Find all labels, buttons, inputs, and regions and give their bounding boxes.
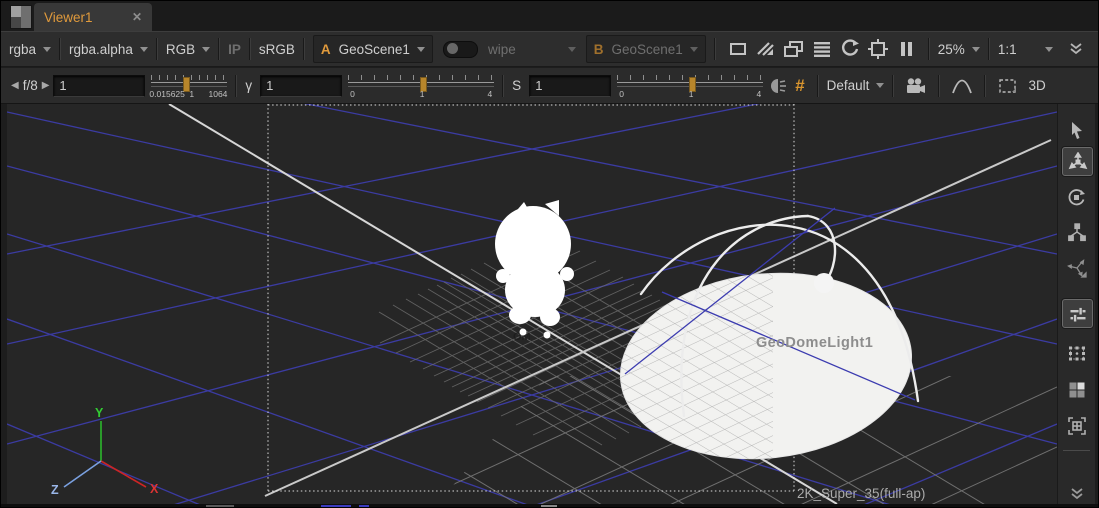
tab-title: Viewer1 xyxy=(44,10,93,25)
divider xyxy=(249,38,251,60)
input-b-value: GeoScene1 xyxy=(611,42,682,57)
chevron-down-icon xyxy=(417,47,425,52)
translate-tool-button[interactable] xyxy=(1062,147,1093,176)
divider xyxy=(988,38,990,60)
adjust-sliders-button[interactable] xyxy=(1062,299,1093,328)
collapse-sidebar-chevron-icon[interactable] xyxy=(1062,480,1091,507)
headlamp-icon[interactable] xyxy=(763,73,791,99)
frame-all-button[interactable] xyxy=(1062,412,1091,439)
curve-icon[interactable] xyxy=(948,73,976,99)
chevron-down-icon[interactable] xyxy=(43,47,51,52)
tab-viewer1[interactable]: Viewer1 ✕ xyxy=(34,3,152,31)
quad-view-button[interactable] xyxy=(1062,376,1091,403)
close-icon[interactable]: ✕ xyxy=(132,10,142,24)
input-b-letter: B xyxy=(594,42,604,57)
lut-mode-select[interactable]: Default xyxy=(827,78,870,93)
float-window-icon[interactable] xyxy=(780,36,808,62)
axis-handles-tool-button[interactable] xyxy=(1062,254,1091,281)
grid-hash-icon[interactable]: # xyxy=(795,76,804,96)
viewer-sidebar xyxy=(1057,104,1095,504)
channel-display-select[interactable]: RGB xyxy=(166,42,195,57)
marquee-select-icon[interactable] xyxy=(994,73,1022,99)
divider xyxy=(235,75,237,97)
aperture-label: f/8 xyxy=(23,78,38,93)
pane-menu-icon[interactable] xyxy=(10,5,32,29)
tab-bar: Viewer1 ✕ xyxy=(1,1,1098,32)
roi-icon[interactable] xyxy=(724,36,752,62)
chevron-down-icon[interactable] xyxy=(202,47,210,52)
gain-input[interactable] xyxy=(53,75,145,97)
dome-light[interactable]: GeoDomeLight1 xyxy=(605,208,921,473)
gamma-slider[interactable]: 0 1 4 xyxy=(348,73,494,99)
zoom-level-select[interactable]: 25% xyxy=(938,42,965,57)
expand-toolbar-chevron-icon[interactable] xyxy=(1062,36,1090,62)
wipe-toggle[interactable] xyxy=(443,41,478,58)
gain-slider[interactable]: 0.015625 1 1064 xyxy=(151,73,227,99)
viewer-toolbar: rgba rgba.alpha RGB IP sRGB A GeoScene1 … xyxy=(1,31,1098,67)
divider xyxy=(218,38,220,60)
layer-select[interactable]: rgba xyxy=(9,42,36,57)
saturation-label: S xyxy=(512,78,521,93)
select-tool-button[interactable] xyxy=(1062,116,1091,143)
exposure-toolbar: ◀ f/8 ▶ 0.015625 1 1064 γ 0 1 4 S 0 1 4 xyxy=(1,68,1098,104)
axis-y-label: Y xyxy=(95,406,104,420)
dome-light-handle[interactable] xyxy=(814,273,834,293)
input-a-letter: A xyxy=(321,42,331,57)
view-dimension-select[interactable]: 3D xyxy=(1028,78,1045,93)
chevron-down-icon[interactable] xyxy=(972,47,980,52)
stack-rows-icon[interactable] xyxy=(808,36,836,62)
pause-icon[interactable] xyxy=(892,36,920,62)
viewer-window: Viewer1 ✕ rgba rgba.alpha RGB IP sRGB A … xyxy=(0,0,1099,508)
divider xyxy=(928,38,930,60)
chevron-down-icon[interactable] xyxy=(140,47,148,52)
divider xyxy=(59,38,61,60)
chevron-down-icon[interactable] xyxy=(568,47,576,52)
divider xyxy=(817,75,819,97)
hierarchy-tool-button[interactable] xyxy=(1062,218,1091,245)
format-label: 2K_Super_35(full-ap) xyxy=(797,486,925,501)
proxy-stripes-icon[interactable] xyxy=(752,36,780,62)
prev-stop-icon[interactable]: ◀ xyxy=(7,80,23,91)
camera-icon[interactable] xyxy=(902,73,930,99)
chevron-down-icon xyxy=(690,47,698,52)
input-b-select[interactable]: B GeoScene1 xyxy=(586,35,706,63)
input-a-value: GeoScene1 xyxy=(339,42,410,57)
divider xyxy=(156,38,158,60)
viewport-scene: OM xyxy=(7,104,1057,504)
axis-z-label: Z xyxy=(51,483,59,497)
chevron-down-icon[interactable] xyxy=(1045,47,1053,52)
divider xyxy=(984,75,986,97)
wipe-mode-select[interactable]: wipe xyxy=(488,42,516,57)
divider xyxy=(502,75,504,97)
divider xyxy=(714,38,716,60)
pixel-aspect-select[interactable]: 1:1 xyxy=(998,42,1017,57)
input-process-toggle[interactable]: IP xyxy=(228,42,241,57)
gamma-label: γ xyxy=(245,78,252,93)
alpha-layer-select[interactable]: rgba.alpha xyxy=(69,42,133,57)
rotate-tool-button[interactable] xyxy=(1062,184,1091,211)
gain-target-icon[interactable] xyxy=(864,36,892,62)
refresh-icon[interactable] xyxy=(836,36,864,62)
divider xyxy=(938,75,940,97)
axis-gizmo: Y X Z xyxy=(51,406,159,497)
viewport-3d[interactable]: OM xyxy=(7,104,1057,504)
divider xyxy=(1063,450,1090,451)
next-stop-icon[interactable]: ▶ xyxy=(38,80,54,91)
dome-light-label: GeoDomeLight1 xyxy=(756,335,873,351)
chevron-down-icon[interactable] xyxy=(876,83,884,88)
saturation-input[interactable] xyxy=(529,75,611,97)
dome-disk-hatch xyxy=(605,262,773,467)
colorspace-select[interactable]: sRGB xyxy=(259,42,295,57)
gamma-input[interactable] xyxy=(260,75,342,97)
divider xyxy=(303,38,305,60)
bottom-panel-sliver xyxy=(1,504,1098,508)
vertex-grid-button[interactable] xyxy=(1062,339,1091,366)
divider xyxy=(892,75,894,97)
saturation-slider[interactable]: 0 1 4 xyxy=(617,73,763,99)
axis-x-label: X xyxy=(150,482,159,496)
input-a-select[interactable]: A GeoScene1 xyxy=(313,35,433,63)
